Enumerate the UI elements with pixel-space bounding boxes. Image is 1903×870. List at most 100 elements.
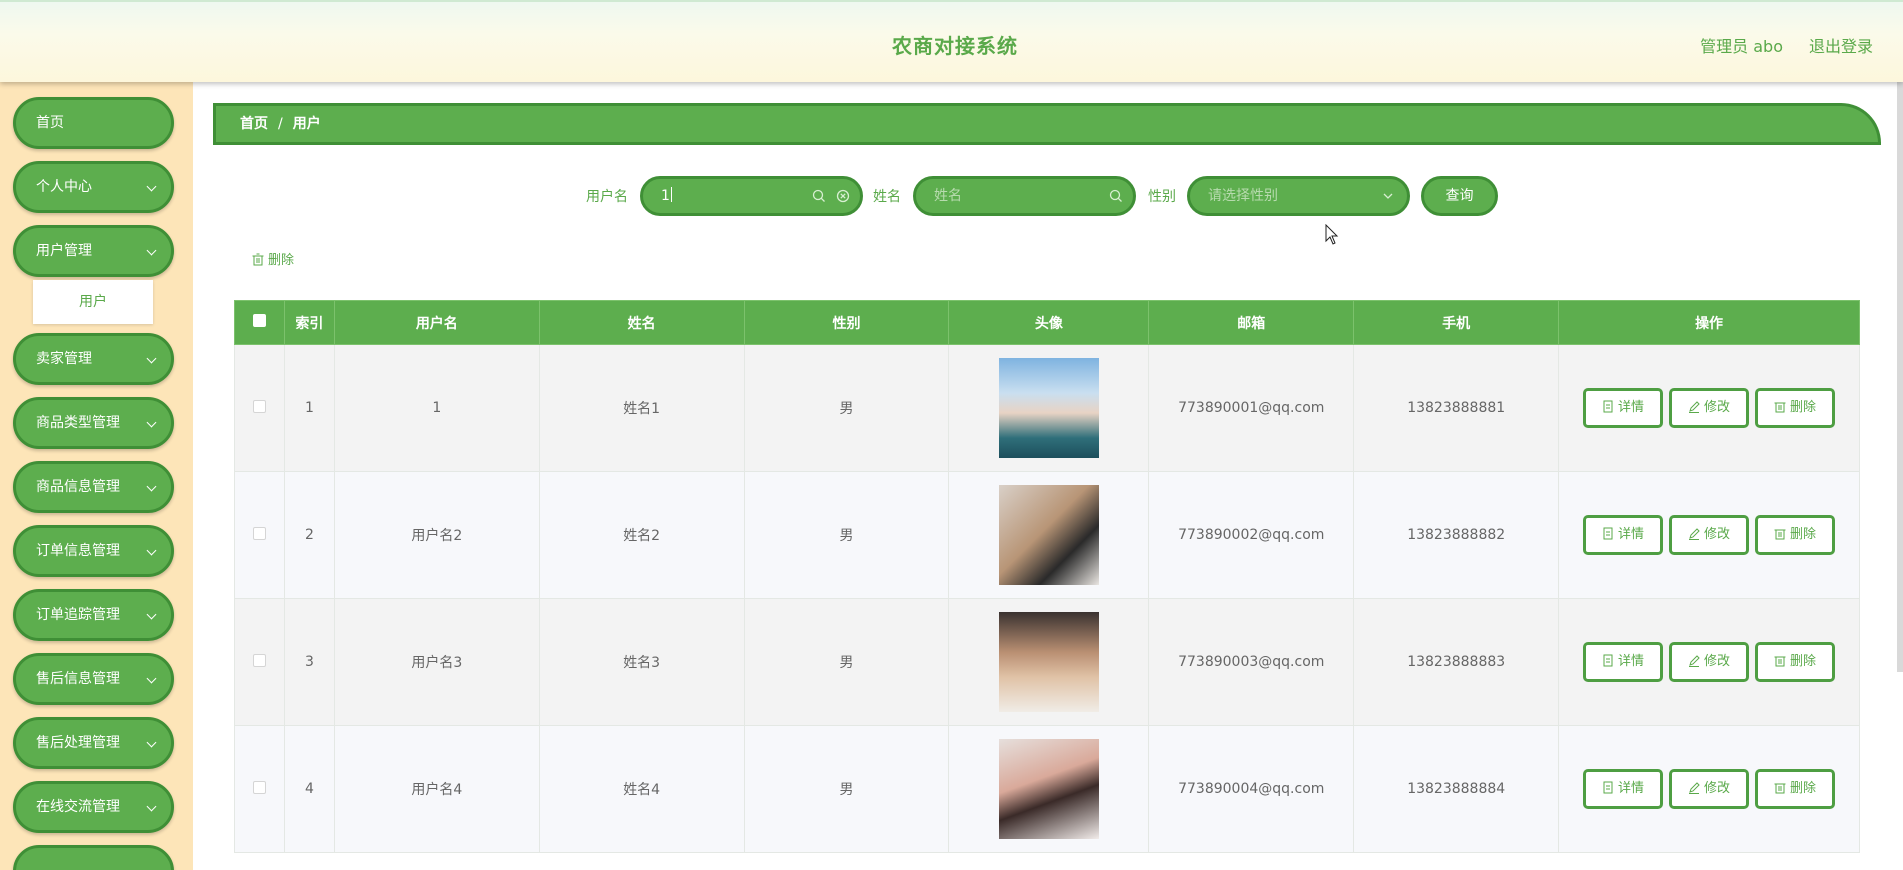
avatar	[998, 485, 1099, 585]
phone-cell: 13823888883	[1353, 598, 1560, 726]
sidebar-item-label: 用户管理	[36, 243, 92, 259]
trash-icon	[1774, 781, 1790, 796]
name-input-placeholder: 姓名	[934, 188, 962, 204]
index-cell: 4	[283, 725, 335, 853]
edit-button[interactable]: 修改	[1669, 515, 1750, 555]
sidebar-item-label: 订单信息管理	[36, 543, 120, 559]
delete-button[interactable]: 删除	[1755, 388, 1836, 428]
sidebar-item-label: 售后信息管理	[36, 671, 120, 687]
gender-select[interactable]: 请选择性别	[1187, 176, 1410, 216]
sidebar-item-label: 在线交流管理	[36, 799, 120, 815]
avatar-cell	[948, 471, 1150, 599]
trash-icon	[1774, 654, 1790, 669]
chevron-down-icon	[146, 737, 157, 748]
row-select-cell	[234, 598, 285, 726]
email-cell: 773890001@qq.com	[1148, 344, 1355, 472]
detail-button[interactable]: 详情	[1583, 388, 1664, 428]
gender-cell: 男	[743, 725, 950, 853]
sidebar-item-product-info-management[interactable]: 商品信息管理	[13, 461, 174, 513]
name-input[interactable]: 姓名	[913, 176, 1136, 216]
delete-button-label: 删除	[1790, 781, 1817, 796]
sidebar-item-seller-management[interactable]: 卖家管理	[13, 333, 174, 385]
row-select-cell	[234, 344, 285, 472]
username-cell: 1	[333, 344, 540, 472]
edit-button-label: 修改	[1704, 527, 1731, 542]
username-input[interactable]: 1	[640, 176, 863, 216]
email-cell: 773890003@qq.com	[1148, 598, 1355, 726]
row-checkbox[interactable]	[252, 399, 266, 413]
avatar	[998, 739, 1099, 839]
text-caret	[670, 187, 672, 202]
document-icon	[1602, 781, 1618, 796]
sidebar-item-label: 首页	[36, 115, 64, 131]
logout-link[interactable]: 退出登录	[1809, 33, 1873, 57]
edit-icon	[1688, 527, 1704, 542]
sidebar-item-label: 订单追踪管理	[36, 607, 120, 623]
sidebar-item-home[interactable]: 首页	[13, 97, 174, 149]
username-cell: 用户名4	[333, 725, 540, 853]
select-all-checkbox[interactable]	[252, 314, 266, 327]
submenu-item-users[interactable]: 用户	[33, 280, 153, 324]
detail-button[interactable]: 详情	[1583, 769, 1664, 809]
edit-button-label: 修改	[1704, 781, 1731, 796]
scrollbar[interactable]	[1897, 82, 1903, 672]
edit-button[interactable]: 修改	[1669, 388, 1750, 428]
sidebar-item-product-type-management[interactable]: 商品类型管理	[13, 397, 174, 449]
phone-cell: 13823888882	[1353, 471, 1560, 599]
chevron-down-icon	[146, 481, 157, 492]
table-row: 3 用户名3 姓名3 男 773890003@qq.com 13823888883 详情 修改…	[234, 598, 1860, 726]
detail-button[interactable]: 详情	[1583, 515, 1664, 555]
trash-icon	[1774, 527, 1790, 542]
row-select-cell	[234, 725, 285, 853]
avatar	[998, 358, 1099, 458]
delete-button[interactable]: 删除	[1755, 642, 1836, 682]
clear-icon[interactable]	[836, 189, 850, 203]
sidebar-item-label: 个人中心	[36, 179, 92, 195]
delete-button[interactable]: 删除	[1755, 769, 1836, 809]
row-checkbox[interactable]	[252, 780, 266, 794]
name-cell: 姓名4	[538, 725, 745, 853]
column-header: 邮箱	[1148, 300, 1355, 345]
chevron-down-icon	[146, 245, 157, 256]
delete-button-label: 删除	[1790, 400, 1817, 415]
app-title: 农商对接系统	[892, 34, 1018, 58]
bulk-delete-button[interactable]: 删除	[252, 249, 294, 268]
query-button[interactable]: 查询	[1421, 176, 1498, 216]
delete-button-label: 删除	[1790, 527, 1817, 542]
sidebar: 首页 个人中心 用户管理 用户 卖家管理 商品类型管理 商品信息管理 订单信息管…	[0, 82, 193, 870]
gender-label: 性别	[1148, 189, 1176, 205]
sidebar-item-after-sales-handling-management[interactable]: 售后处理管理	[13, 717, 174, 769]
detail-button[interactable]: 详情	[1583, 642, 1664, 682]
sidebar-item-order-info-management[interactable]: 订单信息管理	[13, 525, 174, 577]
admin-user-label: 管理员 abo	[1700, 37, 1783, 56]
row-checkbox[interactable]	[252, 653, 266, 667]
name-cell: 姓名3	[538, 598, 745, 726]
name-cell: 姓名1	[538, 344, 745, 472]
avatar-cell	[948, 725, 1150, 853]
chevron-down-icon	[1383, 193, 1393, 199]
sidebar-item-online-chat-management[interactable]: 在线交流管理	[13, 781, 174, 833]
detail-button-label: 详情	[1618, 781, 1645, 796]
edit-button-label: 修改	[1704, 400, 1731, 415]
sidebar-item-partial[interactable]	[13, 845, 174, 870]
edit-button[interactable]: 修改	[1669, 642, 1750, 682]
row-checkbox[interactable]	[252, 526, 266, 540]
actions-cell: 详情 修改 删除	[1558, 471, 1860, 599]
sidebar-item-after-sales-info-management[interactable]: 售后信息管理	[13, 653, 174, 705]
edit-button[interactable]: 修改	[1669, 769, 1750, 809]
breadcrumb-home[interactable]: 首页	[240, 116, 268, 132]
sidebar-item-user-management[interactable]: 用户管理	[13, 225, 174, 277]
document-icon	[1602, 654, 1618, 669]
select-all-header	[234, 300, 285, 345]
delete-button-label: 删除	[1790, 654, 1817, 669]
detail-button-label: 详情	[1618, 400, 1645, 415]
edit-icon	[1688, 400, 1704, 415]
column-header: 头像	[948, 300, 1150, 345]
index-cell: 2	[283, 471, 335, 599]
phone-cell: 13823888881	[1353, 344, 1560, 472]
sidebar-item-order-tracking-management[interactable]: 订单追踪管理	[13, 589, 174, 641]
document-icon	[1602, 527, 1618, 542]
avatar-cell	[948, 598, 1150, 726]
sidebar-item-personal-center[interactable]: 个人中心	[13, 161, 174, 213]
delete-button[interactable]: 删除	[1755, 515, 1836, 555]
